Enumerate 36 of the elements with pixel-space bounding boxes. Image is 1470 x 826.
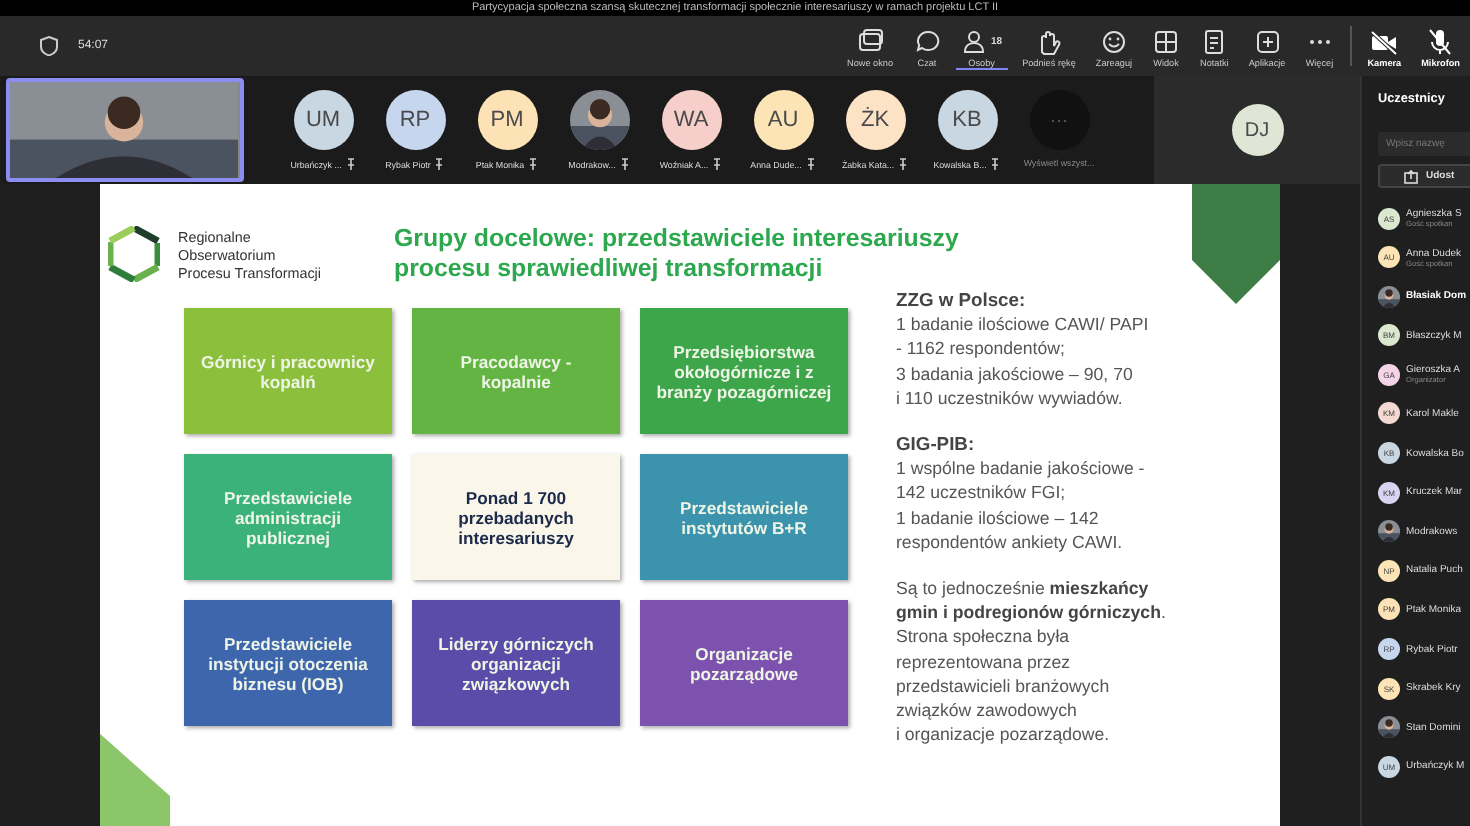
plus-icon	[1253, 28, 1282, 56]
avatar: RP	[385, 90, 445, 150]
grid-icon	[1152, 28, 1181, 56]
avatar: AU	[753, 90, 813, 150]
category-tile: Pracodawcy - kopalnie	[412, 308, 620, 434]
category-tile: Górnicy i pracownicy kopalń	[184, 308, 392, 434]
note-heading: GIG-PIB:	[896, 432, 977, 457]
smiley-icon	[1099, 28, 1128, 56]
note-heading: ZZG w Polsce:	[896, 288, 1028, 313]
avatar: ŻK	[845, 90, 905, 150]
note-text: 1 badanie ilościowe CAWI/ PAPI - 1162 respondentów; 3 badania jakościowe – 90, 70 i 110 uczestników wywiadów.	[896, 312, 1151, 411]
category-tile: Przedstawiciele instytutów B+R	[640, 454, 848, 580]
note-text: Są to jednocześnie mieszkańcy gmin i podregionów górniczych. Strona społeczna była reprezentowana przez przedstawicieli branżowych związków zawodowych i organizacje pozarządowe.	[896, 576, 1166, 747]
avatar: WA	[661, 90, 721, 150]
category-tile: Przedsiębiorstwa okołogórnicze i z branży pozagórniczej	[640, 308, 848, 434]
avatar: UM	[293, 90, 353, 150]
avatar: DJ	[1231, 104, 1283, 156]
category-tile: Ponad 1 700 przebadanych interesariuszy	[412, 454, 620, 580]
chat-icon	[913, 28, 941, 56]
decorative-shape	[1192, 184, 1280, 304]
note-text: 1 wspólne badanie jakościowe - 142 uczestników FGI; 1 badanie ilościowe – 142 respondentów ankiety CAWI.	[896, 456, 1147, 555]
category-tile: Przedstawiciele administracji publicznej	[184, 454, 392, 580]
shield-icon	[40, 36, 58, 56]
notepad-icon	[1200, 28, 1229, 56]
hexagon-logo-icon	[108, 226, 160, 282]
avatar: PM	[477, 90, 537, 150]
category-tile: Liderzy górniczych organizacji związkowych	[412, 600, 620, 726]
camera-off-icon	[1370, 28, 1399, 56]
share-icon	[1404, 169, 1418, 183]
category-tile: Organizacje pozarządowe	[640, 600, 848, 726]
category-tile: Przedstawiciele instytucji otoczenia biznesu (IOB)	[184, 600, 392, 726]
avatar: KB	[937, 90, 997, 150]
mic-off-icon	[1426, 28, 1455, 56]
window-icon	[856, 28, 884, 56]
slide-title: Grupy docelowe: przedstawiciele interesariuszy procesu sprawiedliwej transformacji	[394, 224, 959, 284]
person-icon	[961, 28, 989, 56]
